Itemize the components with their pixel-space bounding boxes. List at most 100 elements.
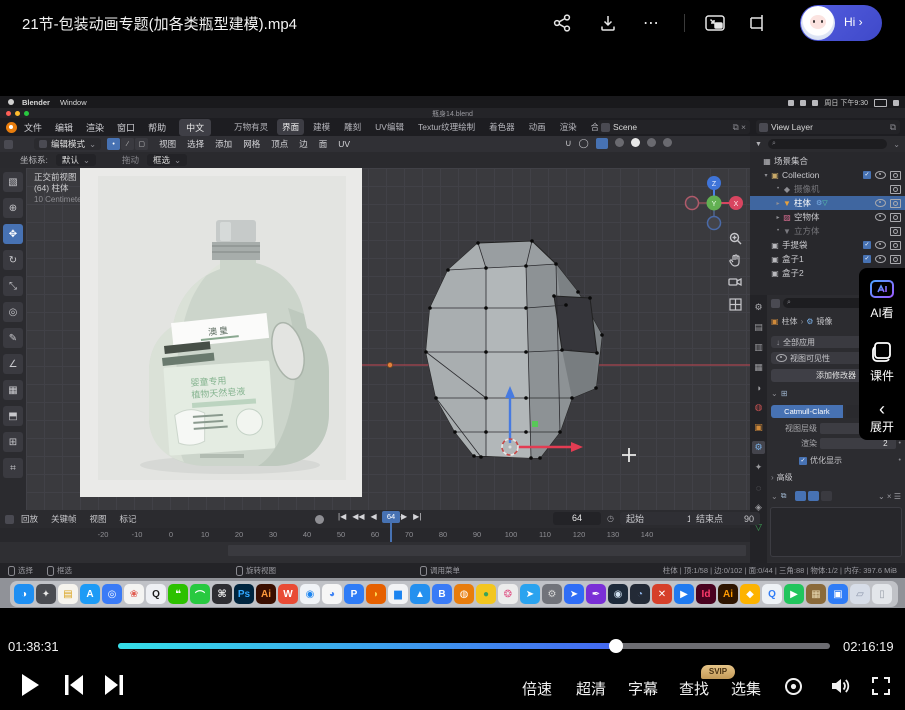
tool-add-cube[interactable]: ▦: [3, 380, 23, 400]
shading-rendered-icon[interactable]: [663, 138, 672, 147]
em-vertex[interactable]: 顶点: [271, 138, 288, 150]
jump-start[interactable]: |◀: [338, 512, 346, 521]
ws-7[interactable]: 着色器: [484, 119, 520, 135]
ptab-modifiers[interactable]: ⚙: [752, 441, 765, 454]
optimal-display-checkbox[interactable]: ✓: [799, 457, 807, 465]
em-uv[interactable]: UV: [338, 139, 350, 149]
subtitle-button[interactable]: 字幕: [628, 678, 658, 699]
ws-6[interactable]: Textur纹理绘制: [413, 119, 480, 135]
render-visibility-icon[interactable]: [890, 171, 901, 180]
outliner-options-icon[interactable]: ⌄: [893, 140, 900, 149]
advanced-row[interactable]: › 高级: [771, 472, 901, 483]
tool-rotate[interactable]: ↻: [3, 250, 23, 270]
edge-select-button[interactable]: ∕: [121, 138, 134, 150]
ptab-object[interactable]: ▣: [752, 421, 765, 434]
timeline-ruler[interactable]: -20-100102030405060708090100110120130140: [0, 528, 750, 542]
quality-button[interactable]: 超清: [576, 678, 606, 699]
tl-view[interactable]: 视图: [90, 513, 107, 525]
timeline-tracks[interactable]: [0, 542, 750, 560]
more-icon[interactable]: ⋯: [643, 13, 663, 33]
dock-qq[interactable]: Q: [146, 584, 166, 604]
filter-icon[interactable]: ▼: [755, 141, 762, 148]
dock-firefox[interactable]: ◗: [366, 584, 386, 604]
dock-quicktime[interactable]: Q: [762, 584, 782, 604]
record-screen-icon[interactable]: [784, 677, 803, 696]
ws-5[interactable]: UV编辑: [370, 119, 409, 135]
ptab-world[interactable]: ◍: [752, 401, 765, 414]
macos-menu-window[interactable]: Window: [60, 98, 87, 107]
row-cylinder[interactable]: ▸ ▼ 柱体 ⚙ ▽: [750, 196, 905, 210]
dock-notes[interactable]: ▤: [58, 584, 78, 604]
row-handbag[interactable]: ▣ 手提袋 ✓: [750, 238, 905, 252]
dock-trash[interactable]: ▯: [872, 584, 892, 604]
previous-episode-button[interactable]: [62, 674, 86, 696]
dock-app-blue[interactable]: ▣: [828, 584, 848, 604]
eye-icon[interactable]: [875, 255, 886, 263]
dock-winrar[interactable]: ▦: [806, 584, 826, 604]
render-visibility-icon[interactable]: [890, 185, 901, 194]
pan-hand-button[interactable]: [727, 252, 743, 268]
menu-file[interactable]: 文件: [24, 121, 42, 134]
face-select-button[interactable]: ▢: [135, 138, 148, 150]
render-visibility-icon[interactable]: [890, 213, 901, 222]
tool-transform[interactable]: ◎: [3, 302, 23, 322]
tl-playback[interactable]: 回放: [21, 513, 38, 525]
download-icon[interactable]: [598, 13, 618, 33]
ptab-tool[interactable]: ⚙: [752, 301, 765, 314]
dock-settings[interactable]: ⚙: [542, 584, 562, 604]
frame-start-field[interactable]: 起始 1: [620, 512, 698, 525]
render-visibility-icon[interactable]: [890, 199, 901, 208]
editor-type-icon[interactable]: [4, 140, 13, 149]
dock-illustrator[interactable]: Ai: [718, 584, 738, 604]
ptab-viewlayer[interactable]: ▦: [752, 361, 765, 374]
dock-player-green[interactable]: ▶: [784, 584, 804, 604]
em-select[interactable]: 选择: [187, 138, 204, 150]
pip-icon[interactable]: [704, 13, 724, 33]
speed-button[interactable]: 倍速: [522, 678, 552, 699]
current-frame-field[interactable]: 64: [553, 512, 601, 525]
snap-magnet-icon[interactable]: ∪: [565, 138, 572, 149]
blender-logo-icon[interactable]: [6, 122, 17, 133]
toggle-2[interactable]: [808, 491, 819, 501]
courseware-label[interactable]: 课件: [870, 367, 894, 384]
language-button[interactable]: 中文: [179, 119, 211, 136]
ortho-grid-button[interactable]: [727, 296, 743, 312]
camera-view-button[interactable]: [727, 274, 743, 290]
ws-9[interactable]: 渲染: [555, 119, 582, 135]
eye-icon[interactable]: [875, 171, 886, 179]
checkbox-icon[interactable]: ✓: [863, 255, 871, 263]
viewport-3d[interactable]: 正交前视图 (64) 柱体 10 Centimeters: [26, 168, 750, 510]
tool-extrude[interactable]: ⬒: [3, 406, 23, 426]
ws-3[interactable]: 建模: [308, 119, 335, 135]
next-episode-button[interactable]: [102, 674, 126, 696]
coord-dropdown[interactable]: 默认 ⌄: [56, 154, 96, 166]
checkbox-icon[interactable]: ✓: [863, 241, 871, 249]
render-visibility-icon[interactable]: [890, 255, 901, 264]
expander-icon[interactable]: ▸: [774, 214, 782, 221]
xray-toggle[interactable]: [596, 138, 608, 149]
ws-4[interactable]: 雕刻: [339, 119, 366, 135]
drag-dropdown[interactable]: 框选 ⌄: [147, 154, 187, 166]
tool-box-select[interactable]: ▧: [3, 172, 23, 192]
dock-wechat[interactable]: ❝: [168, 584, 188, 604]
proportional-edit-icon[interactable]: ◯: [579, 138, 589, 149]
account-pill[interactable]: Hi ›: [800, 5, 882, 41]
dock-wps[interactable]: W: [278, 584, 298, 604]
dock-indesign[interactable]: Id: [696, 584, 716, 604]
tl-keying[interactable]: 关键帧: [51, 513, 77, 525]
dock-chrome[interactable]: ◕: [322, 584, 342, 604]
scene-selector[interactable]: Scene ⧉ ×: [598, 120, 750, 134]
tool-measure[interactable]: ∠: [3, 354, 23, 374]
dock-colorwheel[interactable]: ❂: [498, 584, 518, 604]
dock-launchpad[interactable]: ✦: [36, 584, 56, 604]
dock-c4d[interactable]: ◔: [630, 584, 650, 604]
ptab-output[interactable]: ▥: [752, 341, 765, 354]
menu-window[interactable]: 窗口: [117, 121, 135, 134]
courseware-icon[interactable]: [871, 341, 893, 363]
dock-pen-app[interactable]: ✒: [586, 584, 606, 604]
ptab-render[interactable]: ▤: [752, 321, 765, 334]
dock-cursor-app[interactable]: ➤: [564, 584, 584, 604]
shading-solid-icon[interactable]: [631, 138, 640, 147]
em-add[interactable]: 添加: [215, 138, 232, 150]
row-box1[interactable]: ▣ 盒子1 ✓: [750, 252, 905, 266]
